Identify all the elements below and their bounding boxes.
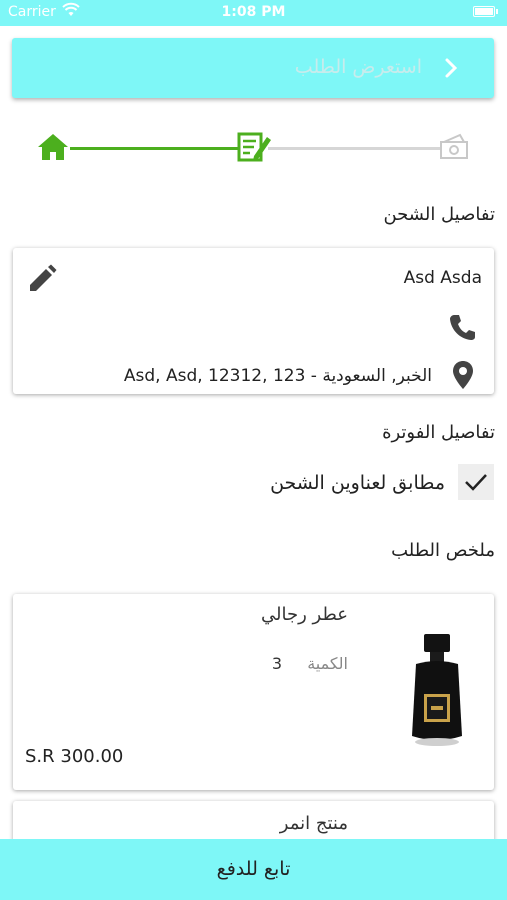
summary-section-title: ملخص الطلب <box>391 540 495 561</box>
money-icon <box>438 132 472 166</box>
location-pin-icon <box>452 360 474 394</box>
shipping-address-card: Asd Asda الخبر, السعودية - 123 ,Asd, Asd… <box>13 248 494 394</box>
same-as-shipping-checkbox[interactable] <box>458 464 494 500</box>
edit-icon[interactable] <box>27 264 57 298</box>
billing-section-title: تفاصيل الفوترة <box>382 422 495 443</box>
home-icon <box>36 132 70 166</box>
review-order-header[interactable]: استعرض الطلب <box>12 38 494 98</box>
product-image <box>410 632 464 752</box>
recipient-name: Asd Asda <box>403 268 482 288</box>
continue-to-payment-button[interactable]: تابع للدفع <box>0 839 507 900</box>
chevron-right-icon[interactable] <box>444 57 458 83</box>
product-name: منتج انمر <box>279 813 348 834</box>
shipping-address: الخبر, السعودية - 123 ,Asd, Asd, 12312 <box>123 366 432 386</box>
status-bar: Carrier 1:08 PM <box>0 0 507 26</box>
edit-note-icon <box>236 130 272 168</box>
product-price: S.R 300.00 <box>25 746 124 767</box>
product-name: عطر رجالي <box>261 604 348 625</box>
stepper-progress-done <box>70 147 238 150</box>
same-as-shipping-label[interactable]: مطابق لعناوين الشحن <box>270 472 445 494</box>
checkmark-icon <box>465 474 487 491</box>
header-title: استعرض الطلب <box>294 56 422 78</box>
battery-icon <box>473 6 498 17</box>
stepper-progress-pending <box>268 147 440 150</box>
clock: 1:08 PM <box>221 4 286 20</box>
phone-icon <box>448 312 478 346</box>
order-item[interactable]: عطر رجالي الكمية 3 S.R 300.00 <box>13 594 494 790</box>
shipping-section-title: تفاصيل الشحن <box>383 204 495 225</box>
quantity-value: 3 <box>271 654 282 673</box>
quantity-label: الكمية <box>307 654 348 673</box>
checkout-stepper <box>0 124 507 174</box>
